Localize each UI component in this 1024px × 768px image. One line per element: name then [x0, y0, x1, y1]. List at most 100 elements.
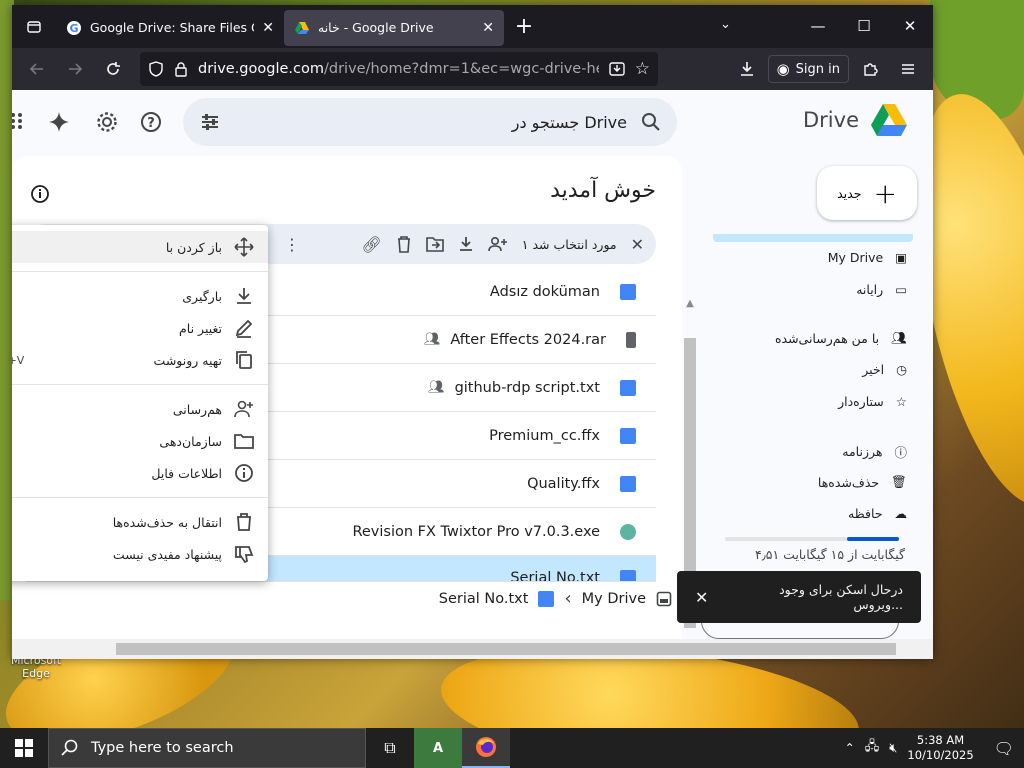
menu-item-label: باز کردن با — [165, 239, 222, 255]
extensions-button[interactable] — [853, 53, 887, 85]
page-title: خوش آمدید — [550, 178, 656, 203]
reload-button[interactable] — [96, 53, 130, 85]
sidebar-item-spam[interactable]: هرزنامه ⓘ — [842, 442, 907, 461]
menu-separator — [12, 271, 268, 272]
sidebar: جدید + My Drive ▣ رایانه ▭ با من هم‌رسانی‌… — [701, 156, 933, 639]
person-add-icon — [234, 400, 253, 418]
star-bookmark-icon[interactable]: ☆ — [635, 59, 650, 79]
drive-logo[interactable]: Drive — [803, 104, 907, 136]
info-icon[interactable] — [30, 184, 50, 204]
new-button[interactable]: جدید + — [817, 166, 917, 220]
taskbar-app-firefox[interactable] — [462, 728, 510, 768]
minimize-button[interactable]: — — [795, 5, 841, 48]
sidebar-item-shared[interactable]: با من هم‌رسانی‌شده 👥︎ — [775, 330, 907, 346]
notification-icon[interactable]: 🗨︎ — [994, 739, 1014, 758]
sign-in-button[interactable]: ◉ Sign in — [767, 55, 849, 83]
menu-item-info[interactable]: اطلاعات فایل — [12, 457, 268, 489]
menu-item-move[interactable]: باز کردن با — [12, 231, 268, 263]
menu-button[interactable] — [891, 53, 925, 85]
share-person-add-icon[interactable] — [487, 236, 508, 252]
trash-icon[interactable] — [396, 235, 412, 253]
gemini-sparkle-icon[interactable] — [48, 111, 70, 133]
menu-item-edit[interactable]: Eتغییر نام — [12, 312, 268, 344]
breadcrumb-root[interactable]: My Drive — [582, 591, 646, 607]
close-tab-icon[interactable]: ✕ — [262, 20, 274, 36]
close-window-button[interactable]: ✕ — [887, 5, 933, 48]
task-view-button[interactable]: ⧉ — [366, 728, 414, 768]
close-tab-icon[interactable]: ✕ — [482, 20, 494, 36]
download-icon[interactable] — [458, 236, 474, 252]
tab-drive-home[interactable]: خانه - Google Drive ✕ — [284, 9, 504, 46]
chevron-up-icon[interactable]: ⌃ — [845, 741, 855, 755]
storage-progress-fill — [846, 537, 899, 541]
arrow-right-icon — [69, 63, 83, 75]
drive-search-bar[interactable]: جستجو در Drive — [183, 98, 677, 146]
clear-selection-icon[interactable]: ✕ — [631, 235, 644, 254]
hamburger-icon — [902, 64, 914, 74]
drive-logo-text: Drive — [803, 108, 859, 132]
move-icon — [234, 237, 254, 257]
lock-icon[interactable] — [174, 61, 188, 77]
doc-file-icon — [620, 283, 636, 300]
browser-window: G Google Drive: Share Files Online ✕ خان… — [12, 5, 933, 659]
volume-muted-icon[interactable]: 🔇︎ — [889, 741, 897, 756]
tab-google-drive-share[interactable]: G Google Drive: Share Files Online ✕ — [56, 10, 284, 46]
move-to-folder-icon[interactable] — [425, 236, 444, 252]
sidebar-item-recent[interactable]: اخیر ◷ — [862, 362, 907, 377]
sidebar-item-computers[interactable]: رایانه ▭ — [856, 282, 907, 297]
system-tray: ⌃ 🖧︎ 🔇︎ 5:38 AM 10/10/2025 🗨︎ — [845, 728, 1024, 768]
archive-file-icon — [626, 331, 636, 348]
breadcrumb-current[interactable]: Serial No.txt — [439, 591, 529, 607]
adobe-app-icon: A — [432, 740, 444, 756]
taskbar-search[interactable]: Type here to search — [48, 728, 366, 768]
scrollbar-thumb[interactable] — [116, 643, 896, 655]
context-menu: باز کردن با بارگیری Eتغییر نام rl+V تهیه رون… — [12, 225, 268, 581]
menu-item-download[interactable]: بارگیری — [12, 280, 268, 312]
sidebar-item-storage[interactable]: حافظه ☁︎ — [848, 506, 907, 521]
downloads-button[interactable] — [730, 53, 764, 85]
search-icon[interactable] — [641, 112, 661, 132]
url-bar[interactable]: drive.google.com/drive/home?dmr=1&ec=wgc… — [140, 52, 658, 86]
menu-item-label: سازمان‌دهی — [159, 433, 222, 449]
menu-item-shortcut: rl+V — [12, 353, 25, 367]
new-tab-button[interactable]: + — [504, 14, 544, 39]
close-toast-icon[interactable]: ✕ — [695, 588, 708, 607]
chevron-down-icon[interactable]: ⌄ — [720, 17, 731, 32]
star-icon: ☆ — [895, 394, 907, 409]
horizontal-scrollbar[interactable] — [12, 639, 933, 659]
gear-icon[interactable] — [96, 111, 118, 133]
windows-logo-icon — [15, 739, 33, 757]
tab-list-button[interactable] — [12, 5, 56, 48]
sidebar-item-my-drive[interactable]: My Drive ▣ — [828, 250, 907, 265]
plus-icon: + — [873, 176, 897, 210]
menu-item-folder[interactable]: سازمان‌دهی — [12, 425, 268, 457]
drive-favicon-icon — [295, 21, 309, 34]
start-button[interactable] — [0, 728, 48, 768]
menu-item-person-add[interactable]: هم‌رسانی — [12, 393, 268, 425]
copy-link-icon[interactable]: 🔗︎ — [361, 235, 381, 254]
menu-item-copy[interactable]: rl+V تهیه رونوشت — [12, 344, 268, 376]
help-icon[interactable]: ? — [140, 111, 162, 133]
url-text[interactable]: drive.google.com/drive/home?dmr=1&ec=wgc… — [198, 61, 599, 77]
forward-button[interactable] — [58, 53, 92, 85]
edit-icon — [235, 319, 253, 338]
apps-grid-icon[interactable] — [12, 111, 24, 131]
more-actions-icon[interactable]: ⋮ — [284, 235, 300, 254]
menu-item-trash[interactable]: انتقال به حذف‌شده‌ها — [12, 506, 268, 538]
spam-icon: ⓘ — [894, 445, 907, 460]
scroll-up-arrow[interactable]: ▲ — [682, 298, 698, 309]
menu-item-thumb-down[interactable]: پیشنهاد مفیدی نیست — [12, 538, 268, 570]
back-button[interactable] — [20, 53, 54, 85]
clock[interactable]: 5:38 AM 10/10/2025 — [907, 733, 973, 763]
reload-icon — [107, 62, 120, 75]
menu-item-label: بارگیری — [182, 288, 222, 304]
save-page-icon[interactable] — [609, 61, 625, 77]
sidebar-item-trash[interactable]: حذف‌شده‌ها 🗑︎ — [818, 474, 907, 490]
doc-file-icon — [620, 475, 636, 492]
taskbar-app-adobe[interactable]: A — [414, 728, 462, 768]
sidebar-item-starred[interactable]: ستاره‌دار ☆ — [838, 394, 907, 409]
network-icon[interactable]: 🖧︎ — [865, 737, 880, 759]
search-options-icon[interactable] — [199, 111, 221, 133]
shield-icon[interactable] — [148, 61, 164, 77]
maximize-button[interactable]: ☐ — [841, 5, 887, 48]
